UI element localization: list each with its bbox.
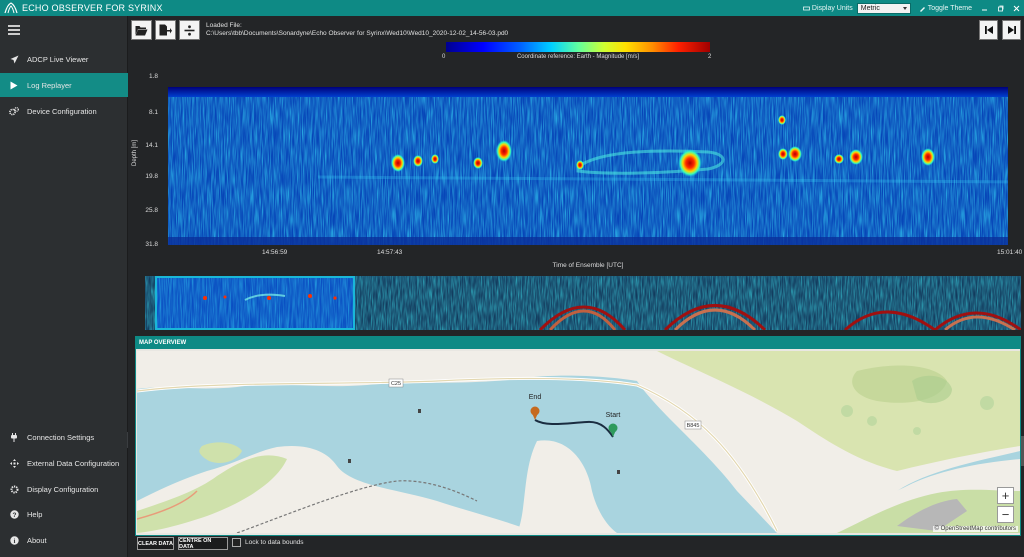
split-file-button[interactable]: [179, 20, 200, 40]
display-units-select[interactable]: Metric: [856, 2, 911, 14]
y-tick-label: 25.8: [145, 207, 158, 214]
map-view[interactable]: C25 B845 End Start + − © OpenStreetMap c…: [137, 351, 1020, 533]
gear-icon: [9, 484, 19, 494]
clear-data-button[interactable]: CLEAR DATA: [137, 537, 174, 550]
echogram-image: [168, 87, 1008, 245]
info-icon: i: [9, 535, 19, 545]
end-marker-label: End: [529, 394, 542, 401]
sidebar-item-label: External Data Configuration: [27, 458, 120, 468]
close-button[interactable]: [1008, 0, 1024, 16]
restore-button[interactable]: [992, 0, 1008, 16]
x-tick-label: 14:57:43: [377, 249, 403, 256]
brush-icon: [919, 6, 925, 12]
sidebar-item-device-configuration[interactable]: Device Configuration: [0, 99, 128, 123]
road-label: C25: [391, 381, 401, 387]
loaded-file-path: C:\Users\tbb\Documents\Sonardyne\Echo Ob…: [206, 30, 509, 37]
map-attribution[interactable]: © OpenStreetMap contributors: [932, 526, 1018, 532]
ruler-icon: [803, 6, 810, 10]
divide-icon: [184, 24, 195, 36]
gears-icon: [9, 106, 19, 116]
minimize-button[interactable]: [976, 0, 992, 16]
map-overview-panel: MAP OVERVIEW C25 B845 End Start + − © Op…: [135, 336, 1021, 536]
svg-text:i: i: [13, 538, 15, 545]
open-file-button[interactable]: [131, 20, 152, 40]
sidebar-item-label: Connection Settings: [27, 432, 95, 442]
x-tick-label: 15:01:40: [997, 249, 1023, 256]
sidebar-item-adcp-live-viewer[interactable]: ADCP Live Viewer: [0, 47, 128, 71]
lock-to-data-bounds-checkbox[interactable]: [232, 538, 241, 547]
paper-plane-icon: [9, 54, 19, 64]
svg-text:?: ?: [12, 512, 16, 519]
arrows-icon: [9, 458, 19, 468]
centre-on-data-button[interactable]: CENTRE ON DATA: [178, 537, 228, 550]
sidebar-item-label: Log Replayer: [27, 80, 72, 90]
sidebar-item-help[interactable]: ? Help: [0, 502, 128, 526]
colorbar-label: Coordinate reference: Earth - Magnitude …: [516, 54, 640, 60]
road-label: B845: [687, 423, 700, 429]
sidebar-item-label: Device Configuration: [27, 106, 97, 116]
sidebar-item-label: Help: [27, 509, 43, 519]
y-tick-label: 8.1: [148, 109, 158, 116]
echogram-overview-strip[interactable]: [145, 276, 1021, 330]
log-replayer-view: Loaded File: C:\Users\tbb\Documents\Sona…: [128, 16, 1024, 557]
skip-to-end-button[interactable]: [1002, 20, 1021, 40]
hamburger-menu-icon[interactable]: [8, 25, 20, 37]
chevron-down-icon: [902, 6, 907, 10]
toggle-theme-button[interactable]: Toggle Theme: [919, 5, 972, 12]
display-units-label: Display Units: [803, 5, 853, 12]
app-logo-icon: [4, 2, 18, 14]
start-marker-label: Start: [606, 412, 621, 419]
sidebar-item-about[interactable]: i About: [0, 528, 128, 552]
sidebar-item-connection-settings[interactable]: Connection Settings: [0, 425, 128, 449]
zoom-out-button[interactable]: −: [997, 506, 1014, 523]
colorbar: [446, 42, 710, 52]
skip-back-icon: [984, 26, 993, 34]
plug-icon: [9, 432, 19, 442]
loaded-file-label: Loaded File:: [206, 22, 242, 29]
skip-forward-icon: [1007, 26, 1016, 34]
x-axis-label: Time of Ensemble [UTC]: [552, 262, 624, 269]
sidebar-item-label: Display Configuration: [27, 484, 99, 494]
sidebar-item-log-replayer[interactable]: Log Replayer: [0, 73, 128, 97]
y-tick-label: 31.8: [145, 241, 158, 248]
export-file-button[interactable]: [155, 20, 176, 40]
sidebar-item-external-data-configuration[interactable]: External Data Configuration: [0, 451, 128, 475]
play-icon: [9, 80, 19, 90]
map-tiles: C25 B845 End Start: [137, 351, 1020, 533]
y-tick-label: 19.8: [145, 173, 158, 180]
loaded-file-info: Loaded File: C:\Users\tbb\Documents\Sona…: [206, 22, 508, 38]
overview-selection-window[interactable]: [155, 276, 355, 330]
sidebar-item-label: ADCP Live Viewer: [27, 54, 89, 64]
lock-to-data-bounds-label: Lock to data bounds: [245, 539, 304, 546]
skip-to-start-button[interactable]: [979, 20, 998, 40]
x-tick-label: 14:56:59: [262, 249, 288, 256]
title-bar: ECHO OBSERVER FOR SYRINX Display Units M…: [0, 0, 1024, 16]
map-overview-header: MAP OVERVIEW: [136, 337, 1020, 349]
app-title: ECHO OBSERVER FOR SYRINX: [22, 3, 163, 13]
zoom-in-button[interactable]: +: [997, 487, 1014, 504]
y-axis-label: Depth [m]: [132, 139, 138, 166]
colorbar-min: 0: [442, 54, 446, 60]
sidebar: ADCP Live Viewer Log Replayer Device Con…: [0, 16, 128, 557]
sidebar-item-display-configuration[interactable]: Display Configuration: [0, 477, 128, 501]
help-icon: ?: [9, 509, 19, 519]
echogram-heatmap[interactable]: [168, 87, 1008, 245]
y-tick-label: 1.8: [148, 73, 158, 80]
sidebar-item-label: About: [27, 535, 47, 545]
folder-open-icon: [135, 25, 148, 35]
file-export-icon: [159, 24, 172, 36]
